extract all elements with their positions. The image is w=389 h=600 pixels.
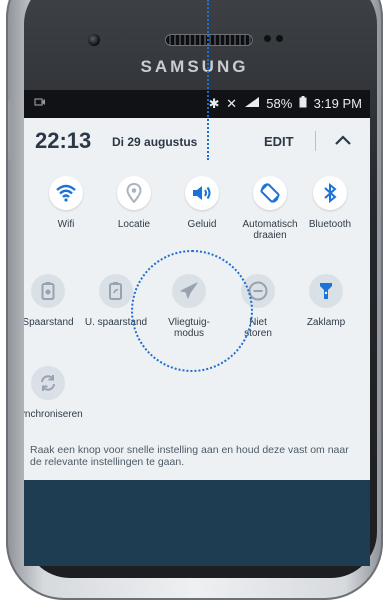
- battery-percent: 58%: [266, 96, 293, 111]
- signal-icon: [244, 96, 264, 111]
- header-divider: [315, 131, 316, 151]
- tile-label: Locatie: [117, 219, 151, 230]
- bluetooth-icon: [313, 176, 347, 210]
- status-time: 3:19 PM: [313, 96, 362, 111]
- status-bar: ✱ ✕ 58% 3:19 PM: [24, 90, 370, 118]
- sync-icon: [31, 366, 65, 400]
- tile-label: Zaklamp: [306, 317, 346, 328]
- speaker-icon: [185, 176, 219, 210]
- chevron-up-icon[interactable]: [330, 128, 356, 154]
- battery-icon: [299, 96, 311, 111]
- tile-sync[interactable]: Synchroniseren: [24, 366, 86, 420]
- annotation-line: [207, 0, 209, 160]
- brand-logo: SAMSUNG: [140, 57, 249, 76]
- tile-label: Synchroniseren: [24, 409, 83, 420]
- light-sensor: [276, 35, 283, 42]
- tile-location[interactable]: Locatie: [96, 176, 172, 230]
- earpiece-speaker: [165, 34, 253, 46]
- auto-rotate-icon: [253, 176, 287, 210]
- flashlight-icon: [309, 274, 343, 308]
- mute-icon: ✕: [226, 96, 238, 111]
- proximity-sensor: [264, 35, 271, 42]
- tile-sound[interactable]: Geluid: [164, 176, 240, 230]
- volume-button: [8, 100, 13, 160]
- annotation-circle: [131, 250, 253, 372]
- clock: 22:13: [35, 128, 92, 153]
- notification-area: [24, 480, 370, 566]
- date: Di 29 augustus: [112, 135, 198, 149]
- tile-label: Spaarstand: [24, 317, 74, 328]
- status-icons: ✱ ✕ 58% 3:19 PM: [206, 96, 362, 112]
- tile-flashlight[interactable]: Zaklamp: [288, 274, 364, 328]
- panel-header: 22:13 Di 29 augustus EDIT: [24, 118, 370, 166]
- notification-icon: [34, 97, 46, 110]
- bluetooth-status-icon: ✱: [208, 96, 220, 111]
- tile-bluetooth[interactable]: Bluetooth: [292, 176, 368, 230]
- tile-power-saving[interactable]: Spaarstand: [24, 274, 86, 328]
- ultra-power-saving-icon: [99, 274, 133, 308]
- location-pin-icon: [117, 176, 151, 210]
- edit-button[interactable]: EDIT: [264, 134, 294, 149]
- tile-label: Wifi: [57, 219, 75, 230]
- power-saving-icon: [31, 274, 65, 308]
- tile-wifi[interactable]: Wifi: [28, 176, 104, 230]
- front-camera: [88, 34, 100, 46]
- wifi-icon: [49, 176, 83, 210]
- tile-label: Bluetooth: [308, 219, 352, 230]
- panel-hint-text: Raak een knop voor snelle instelling aan…: [30, 444, 349, 468]
- tile-label: Geluid: [187, 219, 217, 230]
